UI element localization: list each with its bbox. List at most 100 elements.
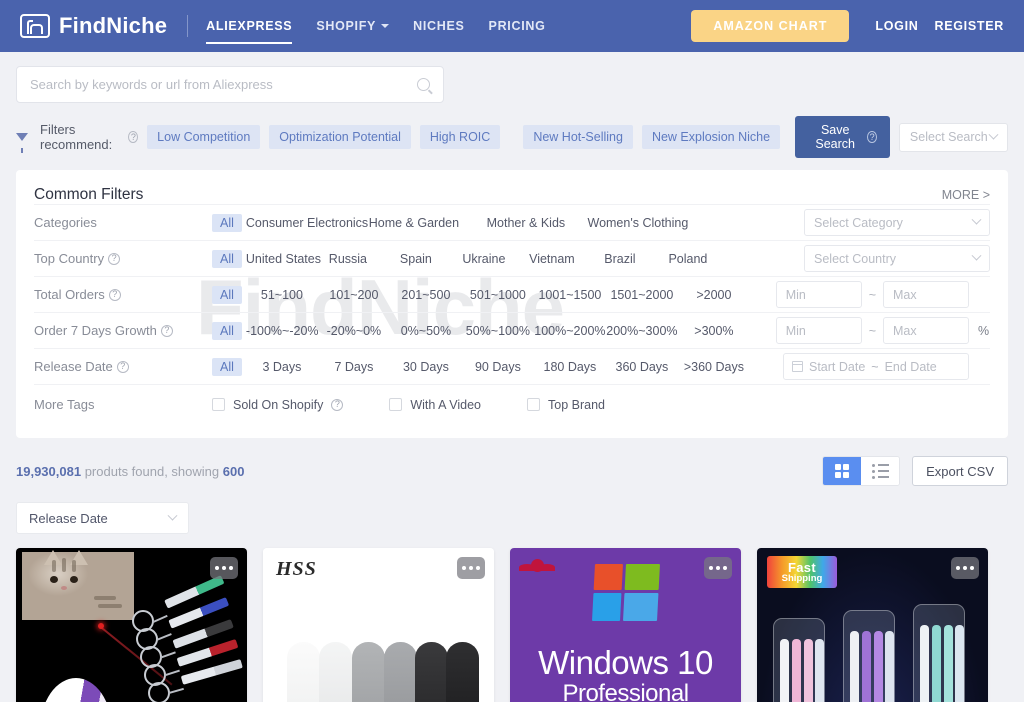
product-card-hss-ankle-socks[interactable]: HSS [263,548,494,702]
filter-option[interactable]: Russia [314,252,382,266]
login-link[interactable]: LOGIN [875,19,918,33]
search-input[interactable] [30,77,417,92]
filter-option-all[interactable]: All [212,285,242,304]
min-placeholder: Min [785,323,806,338]
nav-item-aliexpress[interactable]: ALIEXPRESS [206,13,293,44]
brand-name: FindNiche [59,13,168,38]
question-mark-icon[interactable]: ? [108,288,121,301]
more-filters-link[interactable]: MORE > [942,188,990,202]
filter-option[interactable]: 360 Days [606,360,678,374]
filter-option[interactable]: >360 Days [678,360,750,374]
cat-illustration [22,550,134,620]
question-mark-icon[interactable]: ? [160,324,173,337]
checkbox-box[interactable] [527,398,540,411]
filter-option[interactable]: Brazil [586,252,654,266]
results-bar: 19,930,081 produts found, showing 600 Ex… [16,456,1008,486]
more-options-icon[interactable] [457,557,485,579]
product-overlay-text: Windows 10 Professional [510,645,741,702]
grid-view-button[interactable] [823,457,862,485]
filter-option[interactable]: -20%~0% [318,324,390,338]
amazon-chart-button[interactable]: AMAZON CHART [691,10,850,42]
rec-tag-low-competition[interactable]: Low Competition [147,125,261,149]
filter-control: Min ~ Max [775,281,990,308]
more-options-icon[interactable] [951,557,979,579]
filter-option[interactable]: 1501~2000 [606,288,678,302]
filter-option[interactable]: Consumer Electronics [246,216,368,230]
select-country-dropdown[interactable]: Select Country [804,245,990,272]
question-mark-icon[interactable]: ? [331,398,344,411]
sort-dropdown[interactable]: Release Date [16,502,189,534]
checkbox-box[interactable] [389,398,403,411]
filter-option[interactable]: 201~500 [390,288,462,302]
filter-option[interactable]: >2000 [678,288,750,302]
filter-option[interactable]: 0%~50% [390,324,462,338]
filter-option[interactable]: 30 Days [390,360,462,374]
filter-option[interactable]: Vietnam [518,252,586,266]
more-tags-label: More Tags [34,397,212,412]
question-mark-icon[interactable]: ? [108,252,121,265]
rec-tag-new-hot-selling[interactable]: New Hot-Selling [523,125,633,149]
filter-option[interactable]: Mother & Kids [470,216,582,230]
filter-option[interactable]: Ukraine [450,252,518,266]
search-box[interactable] [16,66,444,103]
nav-item-pricing[interactable]: PRICING [489,13,546,39]
filter-option[interactable]: Poland [654,252,722,266]
chevron-down-icon [971,250,982,261]
question-mark-icon[interactable]: ? [128,131,139,143]
register-link[interactable]: REGISTER [935,19,1005,33]
select-search-label: Select Search [909,130,988,144]
search-icon[interactable] [417,78,430,91]
filter-option[interactable]: United States [246,252,321,266]
select-search-dropdown[interactable]: Select Search [898,122,1008,152]
product-overlay-text: HSS [276,558,317,580]
product-card-stationery-pen-set[interactable]: Fast Shipping [757,548,988,702]
rec-tag-high-roic[interactable]: High ROIC [419,125,501,149]
list-view-button[interactable] [861,457,900,485]
checkbox-box[interactable] [212,398,225,411]
filter-option[interactable]: 51~100 [246,288,318,302]
filter-option[interactable]: 7 Days [318,360,390,374]
save-search-button[interactable]: Save Search ? [795,116,890,158]
filter-option[interactable]: 100%~200% [534,324,606,338]
rec-tag-new-explosion-niche[interactable]: New Explosion Niche [641,125,781,149]
filter-option[interactable]: 50%~100% [462,324,534,338]
filter-option[interactable]: 90 Days [462,360,534,374]
filter-option[interactable]: 200%~300% [606,324,678,338]
filter-option[interactable]: 3 Days [246,360,318,374]
checkbox-sold-on-shopify[interactable]: Sold On Shopify ? [212,398,344,412]
growth-max-input[interactable]: Max [883,317,969,344]
nav-item-shopify[interactable]: SHOPIFY [316,13,390,39]
total-orders-min-input[interactable]: Min [775,281,862,308]
brand-logo[interactable]: FindNiche [20,13,167,39]
filter-option[interactable]: Home & Garden [358,216,470,230]
filter-option-all[interactable]: All [212,357,242,376]
product-card-cat-laser-pointer-keychain[interactable] [16,548,247,702]
select-category-dropdown[interactable]: Select Category [804,209,990,236]
filter-option[interactable]: 180 Days [534,360,606,374]
more-options-icon[interactable] [210,557,238,579]
nav-item-niches[interactable]: NICHES [413,13,464,39]
filter-option-all[interactable]: All [212,249,242,268]
filter-option[interactable]: 501~1000 [462,288,534,302]
nav-label: ALIEXPRESS [206,19,293,33]
total-orders-max-input[interactable]: Max [883,281,969,308]
more-options-icon[interactable] [704,557,732,579]
checkbox-top-brand[interactable]: Top Brand [527,398,605,412]
question-mark-icon[interactable]: ? [116,360,129,373]
percent-suffix: % [978,323,990,338]
filter-option-all[interactable]: All [212,321,242,340]
export-csv-button[interactable]: Export CSV [912,456,1008,486]
checkbox-with-a-video[interactable]: With A Video [389,398,481,412]
filter-option[interactable]: -100%~-20% [246,324,319,338]
filter-option-all[interactable]: All [212,213,242,232]
filter-option[interactable]: >300% [678,324,750,338]
release-date-range-input[interactable]: Start Date ~ End Date [783,353,969,380]
filter-option[interactable]: 1001~1500 [534,288,606,302]
growth-min-input[interactable]: Min [775,317,862,344]
nav-label: PRICING [488,19,546,33]
filter-option[interactable]: 101~200 [318,288,390,302]
product-card-windows-10-professional[interactable]: Windows 10 Professional [510,548,741,702]
filter-option[interactable]: Women's Clothing [582,216,694,230]
rec-tag-optimization-potential[interactable]: Optimization Potential [269,125,411,149]
filter-option[interactable]: Spain [382,252,450,266]
